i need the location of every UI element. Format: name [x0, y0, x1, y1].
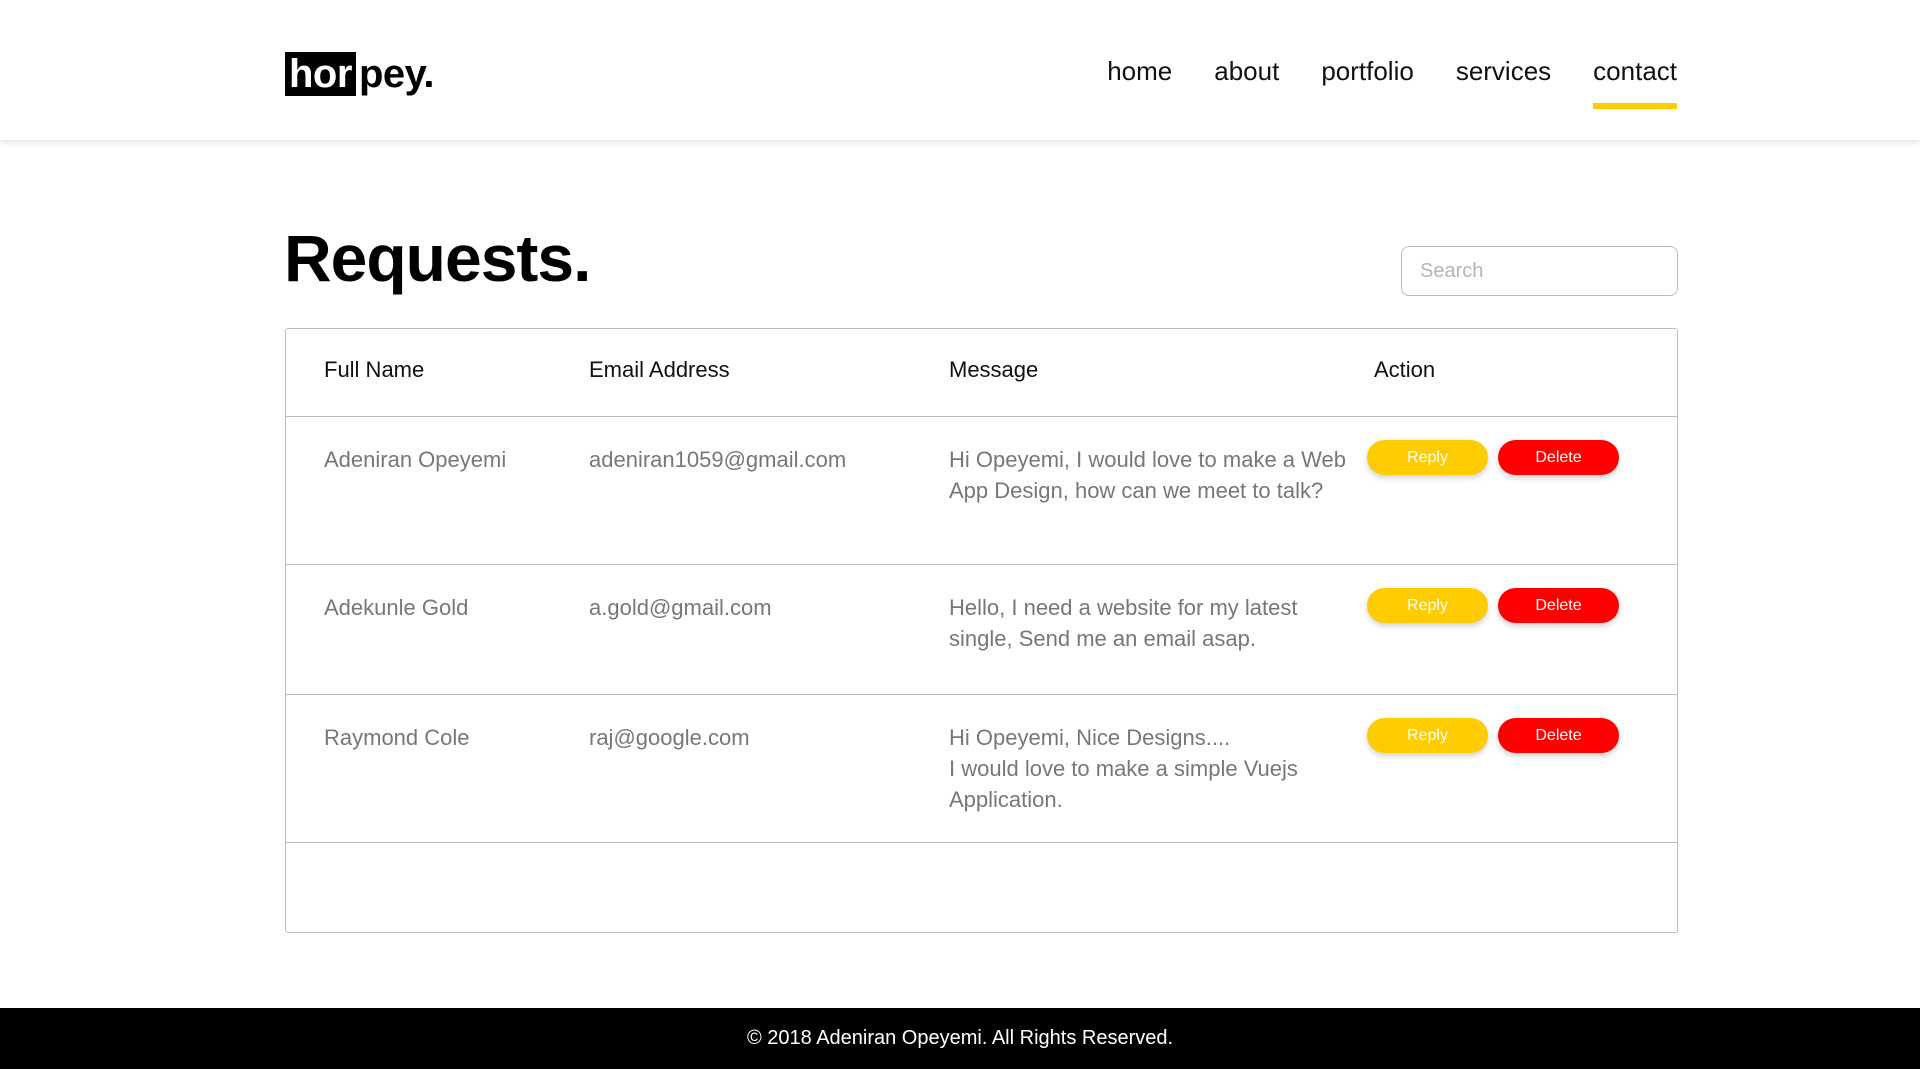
nav-item-services[interactable]: services — [1456, 56, 1551, 97]
column-header-full-name: Full Name — [324, 357, 425, 382]
logo-text: pey. — [358, 52, 435, 96]
column-header-message: Message — [949, 357, 1039, 382]
row-actions: Reply Delete — [1367, 588, 1619, 623]
message-cell: Hi Opeyemi, Nice Designs.... I would lov… — [949, 725, 1298, 812]
nav-item-about[interactable]: about — [1214, 56, 1279, 97]
email-cell: adeniran1059@gmail.com — [589, 447, 847, 472]
table-row: Adeniran Opeyemi adeniran1059@gmail.com … — [286, 417, 1677, 565]
table-header-row: Full Name Email Address Message Action — [286, 329, 1677, 417]
logo-box-text: hor — [285, 52, 356, 96]
email-cell: raj@google.com — [589, 725, 750, 750]
requests-table: Full Name Email Address Message Action A… — [285, 328, 1678, 933]
message-cell: Hi Opeyemi, I would love to make a Web A… — [949, 447, 1346, 503]
column-header-action: Action — [1374, 357, 1436, 382]
full-name-cell: Adekunle Gold — [324, 595, 469, 620]
site-header: hor pey. home about portfolio services c… — [0, 0, 1920, 140]
nav-item-home[interactable]: home — [1107, 56, 1172, 97]
nav-item-portfolio[interactable]: portfolio — [1321, 56, 1414, 97]
site-footer: © 2018 Adeniran Opeyemi. All Rights Rese… — [0, 1008, 1920, 1069]
nav-item-contact[interactable]: contact — [1593, 56, 1677, 109]
reply-button[interactable]: Reply — [1367, 718, 1488, 753]
reply-button[interactable]: Reply — [1367, 440, 1488, 475]
full-name-cell: Adeniran Opeyemi — [324, 447, 507, 472]
table-row: Adekunle Gold a.gold@gmail.com Hello, I … — [286, 565, 1677, 695]
search-input[interactable] — [1401, 246, 1678, 296]
reply-button[interactable]: Reply — [1367, 588, 1488, 623]
delete-button[interactable]: Delete — [1498, 718, 1619, 753]
email-cell: a.gold@gmail.com — [589, 595, 772, 620]
table-row: Raymond Cole raj@google.com Hi Opeyemi, … — [286, 695, 1677, 843]
column-header-email: Email Address — [589, 357, 730, 382]
row-actions: Reply Delete — [1367, 440, 1619, 475]
message-cell: Hello, I need a website for my latest si… — [949, 595, 1298, 651]
full-name-cell: Raymond Cole — [324, 725, 470, 750]
copyright-text: © 2018 Adeniran Opeyemi. All Rights Rese… — [746, 1027, 1174, 1049]
row-actions: Reply Delete — [1367, 718, 1619, 753]
page-title: Requests. — [284, 221, 591, 295]
delete-button[interactable]: Delete — [1498, 588, 1619, 623]
logo[interactable]: hor pey. — [285, 52, 435, 96]
main-nav: home about portfolio services contact — [1107, 56, 1677, 109]
delete-button[interactable]: Delete — [1498, 440, 1619, 475]
